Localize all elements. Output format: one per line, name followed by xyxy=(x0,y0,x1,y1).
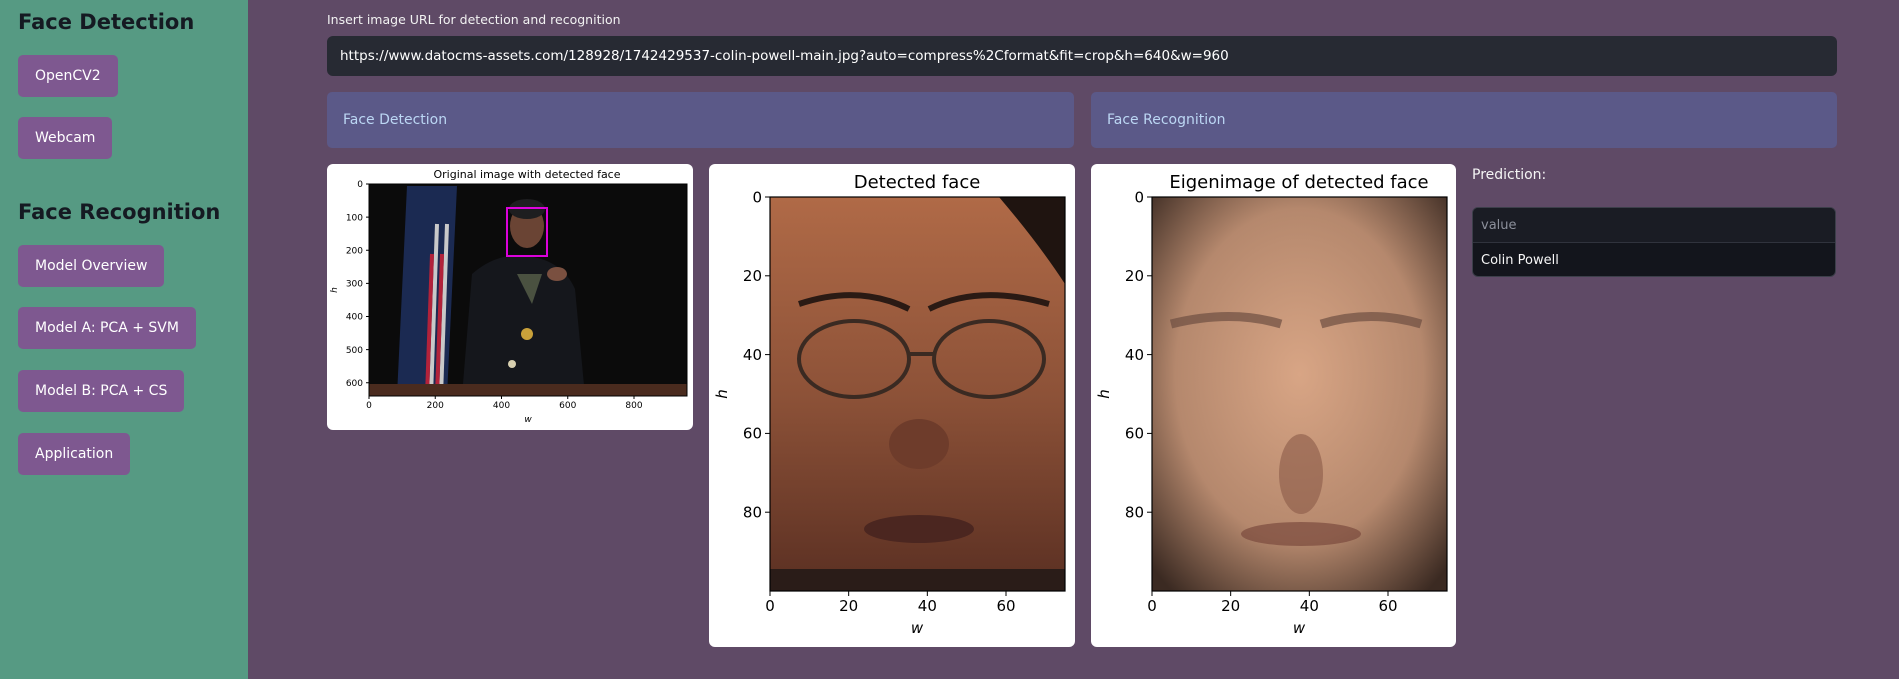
prediction-label: Prediction: xyxy=(1472,167,1547,183)
y-tick-label: 400 xyxy=(346,313,363,323)
button-icon xyxy=(508,360,516,368)
sidebar-recognition-title: Face Recognition xyxy=(18,200,221,224)
y-tick-label: 80 xyxy=(743,503,762,521)
x-tick-label: 400 xyxy=(493,401,510,411)
detected-face-card: Detected face 0 20 40 60 0 20 40 60 80 w h xyxy=(709,164,1075,647)
application-button[interactable]: Application xyxy=(18,433,131,475)
y-tick-label: 40 xyxy=(743,346,762,364)
y-tick-label: 40 xyxy=(1125,346,1144,364)
x-tick-label: 600 xyxy=(559,401,576,411)
x-tick-label: 20 xyxy=(839,597,858,615)
x-tick-label: 0 xyxy=(366,401,372,411)
x-tick-label: 0 xyxy=(1147,597,1157,615)
chart-title: Eigenimage of detected face xyxy=(1169,172,1428,193)
y-axis-label: h xyxy=(713,389,731,399)
face-collar xyxy=(770,569,1065,591)
model-overview-button[interactable]: Model Overview xyxy=(18,245,165,287)
model-a-button[interactable]: Model A: PCA + SVM xyxy=(18,307,196,349)
url-input[interactable] xyxy=(327,36,1837,76)
face-nose xyxy=(889,419,949,469)
y-tick-label: 100 xyxy=(346,213,363,223)
x-tick-label: 40 xyxy=(918,597,937,615)
x-tick-label: 60 xyxy=(1378,597,1397,615)
sidebar: Face Detection OpenCV2 Webcam Face Recog… xyxy=(0,0,248,679)
eigenimage-chart: Eigenimage of detected face 0 20 40 60 0 20 40… xyxy=(1095,172,1448,637)
url-label: Insert image URL for detection and recog… xyxy=(327,12,621,27)
prediction-table: value Colin Powell xyxy=(1472,207,1836,277)
eigenimage-card: Eigenimage of detected face 0 20 40 60 0 20 40… xyxy=(1091,164,1456,647)
y-tick-label: 0 xyxy=(752,188,762,206)
webcam-button[interactable]: Webcam xyxy=(18,117,113,159)
x-axis-label: w xyxy=(1293,619,1306,637)
chart-title: Detected face xyxy=(854,172,981,193)
y-tick-label: 0 xyxy=(1134,188,1144,206)
y-tick-label: 300 xyxy=(346,280,363,290)
y-tick-label: 0 xyxy=(357,180,363,190)
y-tick-label: 80 xyxy=(1125,503,1144,521)
face-mouth xyxy=(864,515,974,543)
tab-face-recognition[interactable]: Face Recognition xyxy=(1091,92,1837,148)
prediction-value: Colin Powell xyxy=(1481,252,1559,268)
x-tick-label: 60 xyxy=(996,597,1015,615)
model-b-button[interactable]: Model B: PCA + CS xyxy=(18,370,185,412)
x-tick-label: 0 xyxy=(765,597,775,615)
y-tick-label: 200 xyxy=(346,246,363,256)
original-image-card: Original image with detected face 0 200 40… xyxy=(327,164,693,430)
x-tick-label: 800 xyxy=(625,401,642,411)
x-axis-label: w xyxy=(524,415,532,425)
detected-face-chart: Detected face 0 20 40 60 0 20 40 60 80 w h xyxy=(713,172,1066,637)
y-tick-label: 20 xyxy=(1125,267,1144,285)
medal-icon xyxy=(521,328,533,340)
x-tick-label: 20 xyxy=(1221,597,1240,615)
y-axis-label: h xyxy=(1095,389,1113,399)
tab-face-detection[interactable]: Face Detection xyxy=(327,92,1074,148)
prediction-column-header: value xyxy=(1473,208,1835,243)
person-hand xyxy=(547,267,567,281)
original-image-chart: Original image with detected face 0 200 40… xyxy=(330,168,688,425)
x-axis-label: w xyxy=(911,619,924,637)
x-tick-label: 200 xyxy=(427,401,444,411)
chart-title: Original image with detected face xyxy=(434,168,621,181)
x-tick-label: 40 xyxy=(1300,597,1319,615)
eigen-mouth xyxy=(1241,522,1361,546)
eigen-nose xyxy=(1279,434,1323,514)
y-tick-label: 20 xyxy=(743,267,762,285)
y-axis-label: h xyxy=(330,287,340,293)
opencv2-button[interactable]: OpenCV2 xyxy=(18,55,118,97)
y-tick-label: 500 xyxy=(346,346,363,356)
y-tick-label: 600 xyxy=(346,379,363,389)
y-tick-label: 60 xyxy=(1125,425,1144,443)
y-tick-label: 60 xyxy=(743,425,762,443)
podium xyxy=(369,384,687,396)
sidebar-detection-title: Face Detection xyxy=(18,10,195,34)
